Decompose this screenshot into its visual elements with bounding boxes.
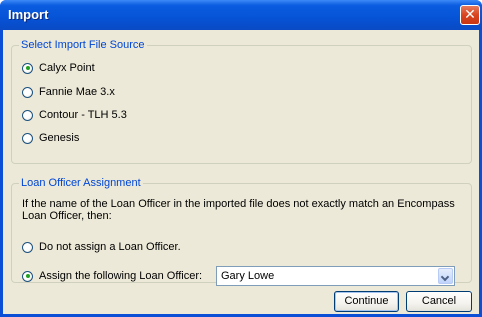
radio-label: Contour - TLH 5.3 — [39, 109, 127, 121]
radio-button[interactable] — [22, 132, 33, 144]
chevron-down-icon[interactable] — [438, 268, 453, 284]
cancel-button[interactable]: Cancel — [406, 291, 472, 312]
continue-button[interactable]: Continue — [334, 291, 399, 312]
import-source-legend: Select Import File Source — [19, 39, 147, 52]
radio-option-assign-officer[interactable]: Assign the following Loan Officer: — [22, 268, 202, 284]
radio-label: Do not assign a Loan Officer. — [39, 241, 181, 253]
close-button[interactable]: ✕ — [460, 5, 480, 25]
loan-officer-selected-value: Gary Lowe — [221, 270, 275, 282]
title-bar[interactable]: Import ✕ — [0, 0, 482, 30]
radio-button-checked[interactable] — [22, 270, 33, 282]
radio-option-calyx-point[interactable]: Calyx Point — [22, 60, 95, 76]
import-source-group: Select Import File Source Calyx Point Fa… — [11, 39, 472, 164]
dialog-title: Import — [8, 7, 49, 22]
loan-officer-legend: Loan Officer Assignment — [19, 177, 143, 190]
radio-button-checked[interactable] — [22, 62, 33, 74]
radio-button[interactable] — [22, 241, 33, 253]
loan-officer-dropdown[interactable]: Gary Lowe — [216, 266, 455, 286]
radio-label: Assign the following Loan Officer: — [39, 270, 203, 282]
radio-option-contour[interactable]: Contour - TLH 5.3 — [22, 107, 127, 123]
radio-option-no-assign[interactable]: Do not assign a Loan Officer. — [22, 239, 181, 255]
loan-officer-group: Loan Officer Assignment If the name of t… — [11, 177, 472, 286]
loan-officer-description: If the name of the Loan Officer in the i… — [22, 198, 455, 222]
radio-label: Calyx Point — [39, 62, 95, 74]
radio-button[interactable] — [22, 86, 33, 98]
radio-label: Fannie Mae 3.x — [39, 86, 115, 98]
import-dialog: Import ✕ Select Import File Source Calyx… — [0, 0, 482, 317]
radio-button[interactable] — [22, 109, 33, 121]
radio-option-fannie-mae[interactable]: Fannie Mae 3.x — [22, 84, 115, 100]
dialog-body: Select Import File Source Calyx Point Fa… — [3, 30, 479, 314]
radio-label: Genesis — [39, 132, 80, 144]
close-icon: ✕ — [464, 6, 476, 22]
radio-option-genesis[interactable]: Genesis — [22, 130, 79, 146]
